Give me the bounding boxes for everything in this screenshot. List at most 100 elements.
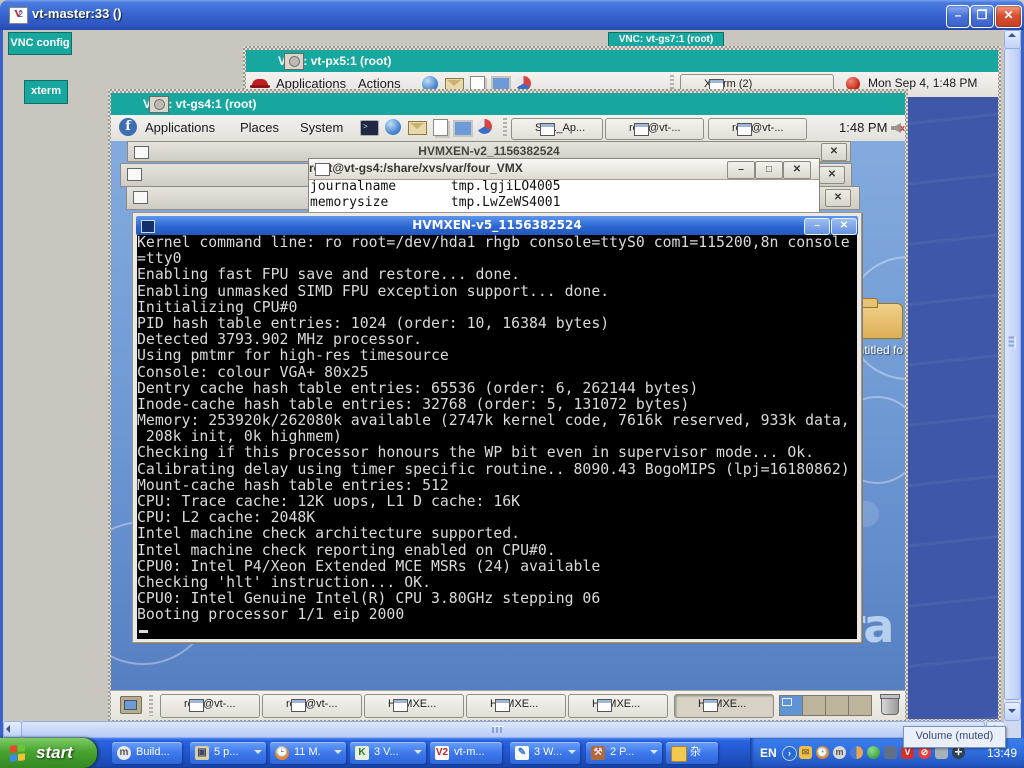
window-icon	[703, 699, 718, 712]
bottom-task-hvmxe4-active[interactable]: HVMXE...	[674, 694, 774, 718]
close-icon[interactable]: ✕	[831, 218, 857, 235]
panel-handle[interactable]	[149, 695, 153, 716]
screen: V2 vt-master:33 () – ❐ ✕ VNC config VNC:…	[0, 0, 1024, 768]
language-indicator[interactable]: EN	[760, 746, 777, 760]
window-icon	[127, 168, 142, 181]
horizontal-scrollbar[interactable]	[3, 721, 1004, 738]
bottom-task-root2[interactable]: root@vt-...	[262, 694, 362, 718]
console-line: Intel machine check architecture support…	[137, 526, 857, 542]
task-group-w[interactable]: ✎ 3 W...	[510, 742, 580, 764]
fourvmx-terminal-window: root@vt-gs4:/share/xvs/var/four_VMX – □ …	[308, 158, 820, 215]
fedora-menu-icon[interactable]: f	[119, 118, 137, 136]
start-button[interactable]: start	[0, 738, 97, 768]
hvmxen5-titlebar[interactable]: HVMXEN-v5_1156382524 – ✕	[136, 216, 858, 235]
task-group-p2[interactable]: ⚒ 2 P...	[586, 742, 662, 764]
users-tray-icon[interactable]	[850, 746, 863, 759]
workspace-1-active[interactable]	[779, 695, 803, 716]
tray-clock: 13:49	[987, 746, 1017, 760]
task-group-v[interactable]: K 3 V...	[350, 742, 426, 764]
minimize-icon[interactable]: –	[727, 161, 755, 179]
task-vt-master[interactable]: V2 vt-m...	[430, 742, 502, 764]
mute-x-mark: x	[900, 123, 905, 133]
scroll-up-button[interactable]	[1004, 30, 1021, 49]
kernel-boot-console: Kernel command line: ro root=/dev/hda1 r…	[137, 235, 857, 639]
minimize-button[interactable]: –	[946, 5, 970, 28]
window-icon	[291, 699, 306, 712]
writer-launcher-icon[interactable]	[433, 119, 448, 136]
calc-launcher-icon[interactable]	[477, 119, 492, 134]
workspace-2[interactable]	[802, 695, 826, 716]
redhat-menu-icon[interactable]	[252, 79, 268, 87]
bottom-task-hvmxe3[interactable]: HVMXE...	[568, 694, 668, 718]
gs4-top-panel: f Applications Places System SDL_Ap... r…	[111, 115, 905, 142]
vnc-config-window[interactable]: VNC config	[8, 32, 72, 55]
vertical-scroll-thumb[interactable]	[1004, 48, 1021, 700]
maximize-button[interactable]: ❐	[970, 5, 994, 28]
scroll-left-button[interactable]	[3, 721, 22, 738]
vertical-scrollbar[interactable]	[1004, 30, 1021, 721]
bottom-task-root1[interactable]: root@vt-...	[160, 694, 260, 718]
panel-handle[interactable]	[503, 118, 507, 138]
impress-launcher-icon[interactable]	[453, 120, 473, 137]
console-line: Dentry cache hash table entries: 65536 (…	[137, 381, 857, 397]
trash-icon[interactable]	[881, 696, 899, 715]
gs4-menu-places[interactable]: Places	[240, 120, 279, 135]
fourvmx-titlebar[interactable]: root@vt-gs4:/share/xvs/var/four_VMX – □ …	[309, 159, 819, 180]
maximize-icon[interactable]: □	[755, 161, 783, 179]
gs4-task-root1[interactable]: root@vt-...	[605, 118, 704, 140]
close-icon[interactable]: ✕	[819, 166, 845, 184]
hvmxen5-title: HVMXEN-v5_1156382524	[136, 216, 858, 234]
horizontal-scroll-thumb[interactable]	[21, 721, 985, 738]
console-line: Memory: 253920k/262080k available (2747k…	[137, 413, 857, 429]
bottom-task-hvmxe2[interactable]: HVMXE...	[466, 694, 566, 718]
display-tray-icon[interactable]	[884, 746, 897, 759]
gs4-task-root2[interactable]: root@vt-...	[708, 118, 807, 140]
close-icon[interactable]: ✕	[783, 161, 811, 179]
task-group-p[interactable]: ▣ 5 p...	[190, 742, 266, 764]
workspace-4[interactable]	[848, 695, 872, 716]
task-group-m[interactable]: 🕒 11 M.	[270, 742, 346, 764]
console-line: CPU0: Intel Genuine Intel(R) CPU 3.80GHz…	[137, 591, 857, 607]
task-folder-za[interactable]: 杂	[666, 742, 718, 764]
window-icon	[597, 699, 612, 712]
px5-clock[interactable]: Mon Sep 4, 1:48 PM	[868, 76, 977, 90]
terminal-line: memorysize tmp.LwZeWS4001	[310, 195, 818, 211]
console-line: Enabling unmasked SIMD FPU exception sup…	[137, 284, 857, 300]
window-icon	[189, 699, 204, 712]
show-desktop-icon[interactable]	[120, 696, 142, 714]
window-icon	[134, 146, 149, 159]
px5-iconify-button[interactable]	[284, 53, 304, 70]
browser-launcher-icon[interactable]	[385, 119, 401, 135]
console-line: CPU0: Intel P4/Xeon Extended MCE MSRs (2…	[137, 559, 857, 575]
desktop-folder-icon[interactable]	[855, 303, 903, 339]
resize-grip[interactable]	[1004, 721, 1021, 738]
gs4-task-sdl[interactable]: SDL_Ap...	[511, 118, 603, 140]
close-icon[interactable]: ✕	[821, 143, 847, 161]
gs4-titlebar[interactable]: VNC: vt-gs4:1 (root)	[111, 93, 905, 115]
scroll-down-button[interactable]	[1004, 702, 1021, 721]
mail-launcher-icon[interactable]	[408, 121, 427, 135]
gs4-clock[interactable]: 1:48 PM	[839, 120, 887, 135]
gs4-menu-system[interactable]: System	[300, 120, 343, 135]
mail-tray-icon[interactable]: ✉	[799, 746, 812, 759]
bottom-task-hvmxe1[interactable]: HVMXE...	[364, 694, 464, 718]
green-ball-tray-icon[interactable]	[867, 746, 880, 759]
workspace-3[interactable]	[825, 695, 849, 716]
close-button[interactable]: ✕	[995, 5, 1022, 28]
px5-titlebar[interactable]: VNC: vt-px5:1 (root)	[246, 50, 998, 72]
language-bar-arrow-icon[interactable]: ›	[782, 746, 797, 761]
gs4-menu-applications[interactable]: Applications	[145, 120, 215, 135]
host-window-title: vt-master:33 ()	[32, 6, 122, 21]
xterm-icon-label[interactable]: xterm	[24, 80, 68, 104]
task-build[interactable]: m Build...	[112, 742, 182, 764]
clock-tray-icon[interactable]: 🕒	[816, 746, 829, 759]
gs4-iconify-button[interactable]	[149, 96, 169, 113]
fourvmx-title: root@vt-gs4:/share/xvs/var/four_VMX	[309, 161, 523, 175]
close-icon[interactable]: ✕	[825, 189, 851, 207]
fourvmx-output: journalname tmp.lgjiLO4005memorysize tmp…	[310, 179, 818, 214]
volume-tooltip: Volume (muted)	[903, 726, 1006, 748]
host-window-titlebar[interactable]: V2 vt-master:33 () – ❐ ✕	[0, 0, 1024, 30]
terminal-launcher-icon[interactable]	[360, 120, 379, 136]
minimize-icon[interactable]: –	[804, 218, 830, 235]
m-tray-icon[interactable]: m	[833, 746, 846, 759]
